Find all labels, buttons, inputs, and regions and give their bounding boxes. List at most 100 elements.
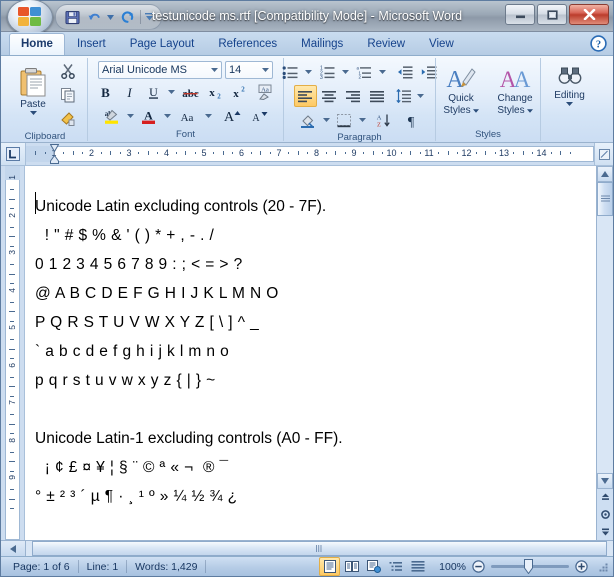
underline-button[interactable]: U: [142, 81, 165, 103]
vertical-scroll-thumb[interactable]: [597, 182, 613, 216]
document-page[interactable]: Unicode Latin excluding controls (20 - 7…: [25, 166, 596, 540]
bullets-dropdown-icon[interactable]: [303, 61, 315, 83]
document-text-line[interactable]: p q r s t u v w x y z { | } ~: [35, 366, 596, 395]
view-ruler-button[interactable]: [594, 143, 613, 165]
document-text-line[interactable]: ! " # $ % & ' ( ) * + , - . /: [35, 221, 596, 250]
justify-button[interactable]: [366, 85, 389, 107]
subscript-button[interactable]: x2: [203, 81, 226, 103]
align-center-button[interactable]: [318, 85, 341, 107]
document-text-line[interactable]: ` a b c d e f g h i j k l m n o: [35, 337, 596, 366]
editing-dropdown-icon[interactable]: [566, 102, 573, 106]
undo-dropdown-icon[interactable]: [106, 7, 115, 27]
document-text-line[interactable]: ° ± ² ³ ´ µ ¶ · ¸ ¹ º » ¼ ½ ¾ ¿: [35, 482, 596, 511]
zoom-slider-thumb[interactable]: [524, 559, 533, 574]
paste-button[interactable]: Paste: [11, 64, 55, 126]
clear-formatting-button[interactable]: Aa: [254, 81, 278, 103]
zoom-slider[interactable]: [491, 559, 569, 574]
font-name-combobox[interactable]: Arial Unicode MS: [98, 61, 222, 79]
scroll-up-button[interactable]: [597, 166, 613, 182]
change-styles-button[interactable]: A A Change Styles: [489, 61, 541, 121]
align-left-button[interactable]: [293, 85, 317, 107]
show-formatting-marks-button[interactable]: ¶: [400, 109, 423, 131]
font-size-dropdown-icon[interactable]: [259, 68, 272, 72]
outline-view-button[interactable]: [385, 557, 406, 576]
horizontal-scroll-thumb[interactable]: [32, 541, 607, 556]
tab-insert[interactable]: Insert: [65, 33, 118, 55]
line-spacing-button[interactable]: [394, 85, 414, 107]
close-button[interactable]: [569, 4, 609, 25]
paste-dropdown-icon[interactable]: [29, 111, 37, 115]
hanging-indent-marker[interactable]: [50, 155, 59, 164]
vertical-scroll-track[interactable]: [597, 182, 613, 473]
vertical-scrollbar[interactable]: [596, 166, 613, 540]
horizontal-scroll-track[interactable]: [26, 541, 613, 556]
tab-home[interactable]: Home: [9, 33, 65, 55]
line-spacing-dropdown-icon[interactable]: [415, 85, 426, 107]
font-color-button[interactable]: A: [137, 105, 160, 127]
horizontal-scrollbar[interactable]: [1, 540, 613, 556]
grow-font-button[interactable]: A: [218, 105, 244, 127]
borders-dropdown-icon[interactable]: [357, 109, 368, 131]
horizontal-ruler[interactable]: 1 2 3 4 5 6 7 8 9 10 11 12 13 14: [26, 143, 594, 165]
editing-button[interactable]: Editing: [545, 62, 595, 118]
draft-view-button[interactable]: [407, 557, 428, 576]
text-highlight-button[interactable]: ab: [100, 105, 123, 127]
scroll-down-button[interactable]: [597, 473, 613, 489]
bullets-button[interactable]: [279, 61, 302, 83]
status-page[interactable]: Page: 1 of 6: [5, 558, 78, 576]
document-text-line[interactable]: ¡ ¢ £ ¤ ¥ ¦ § ¨ © ª « ¬ ­ ® ¯: [35, 453, 596, 482]
underline-dropdown-icon[interactable]: [166, 81, 178, 103]
tab-view[interactable]: View: [417, 33, 466, 55]
sort-button[interactable]: A Z: [372, 109, 396, 131]
minimize-button[interactable]: [505, 4, 535, 25]
document-text-line[interactable]: @ A B C D E F G H I J K L M N O: [35, 279, 596, 308]
scroll-left-button[interactable]: [1, 541, 26, 556]
format-painter-button[interactable]: [56, 108, 79, 130]
status-line[interactable]: Line: 1: [79, 558, 127, 576]
tab-selector-button[interactable]: [1, 143, 26, 165]
select-browse-object-button[interactable]: [597, 506, 613, 523]
previous-page-button[interactable]: [597, 489, 613, 506]
document-heading-line[interactable]: Unicode Latin-1 excluding controls (A0 -…: [35, 424, 596, 453]
resize-grip-icon[interactable]: [597, 561, 609, 573]
cut-button[interactable]: [56, 60, 79, 82]
tab-page-layout[interactable]: Page Layout: [118, 33, 207, 55]
multilevel-dropdown-icon[interactable]: [377, 61, 389, 83]
next-page-button[interactable]: [597, 523, 613, 540]
tab-mailings[interactable]: Mailings: [289, 33, 355, 55]
zoom-out-button[interactable]: [470, 557, 487, 576]
quick-styles-button[interactable]: A Quick Styles: [435, 61, 487, 121]
undo-icon[interactable]: [84, 7, 104, 27]
customize-qat-icon[interactable]: [144, 7, 155, 27]
first-line-indent-marker[interactable]: [50, 144, 59, 152]
numbering-dropdown-icon[interactable]: [340, 61, 352, 83]
document-blank-line[interactable]: [35, 395, 596, 424]
italic-button[interactable]: I: [118, 81, 141, 103]
multilevel-list-button[interactable]: a 1 2: [353, 61, 376, 83]
copy-button[interactable]: [56, 84, 79, 106]
font-size-combobox[interactable]: 14: [225, 61, 273, 79]
tab-references[interactable]: References: [206, 33, 289, 55]
document-heading-line[interactable]: Unicode Latin excluding controls (20 - 7…: [35, 192, 596, 221]
numbering-button[interactable]: 1 2 3: [316, 61, 339, 83]
shading-dropdown-icon[interactable]: [321, 109, 332, 131]
highlight-dropdown-icon[interactable]: [124, 105, 136, 127]
print-layout-view-button[interactable]: [319, 557, 340, 576]
vertical-ruler[interactable]: 1 2 3 4 5 6 7 8 9: [1, 166, 25, 540]
font-color-dropdown-icon[interactable]: [161, 105, 173, 127]
shrink-font-button[interactable]: A: [245, 105, 271, 127]
quick-styles-dropdown-icon[interactable]: [472, 108, 479, 113]
change-styles-dropdown-icon[interactable]: [526, 108, 533, 113]
save-icon[interactable]: [62, 7, 82, 27]
office-button[interactable]: [7, 0, 53, 35]
change-case-button[interactable]: Aa: [174, 105, 201, 127]
align-right-button[interactable]: [342, 85, 365, 107]
zoom-in-button[interactable]: [573, 557, 590, 576]
tab-review[interactable]: Review: [355, 33, 417, 55]
document-text-line[interactable]: 0 1 2 3 4 5 6 7 8 9 : ; < = > ?: [35, 250, 596, 279]
bold-button[interactable]: B: [94, 81, 117, 103]
shading-button[interactable]: [297, 109, 320, 131]
restore-button[interactable]: [537, 4, 567, 25]
strikethrough-button[interactable]: abc: [179, 81, 202, 103]
zoom-level[interactable]: 100%: [434, 561, 466, 573]
